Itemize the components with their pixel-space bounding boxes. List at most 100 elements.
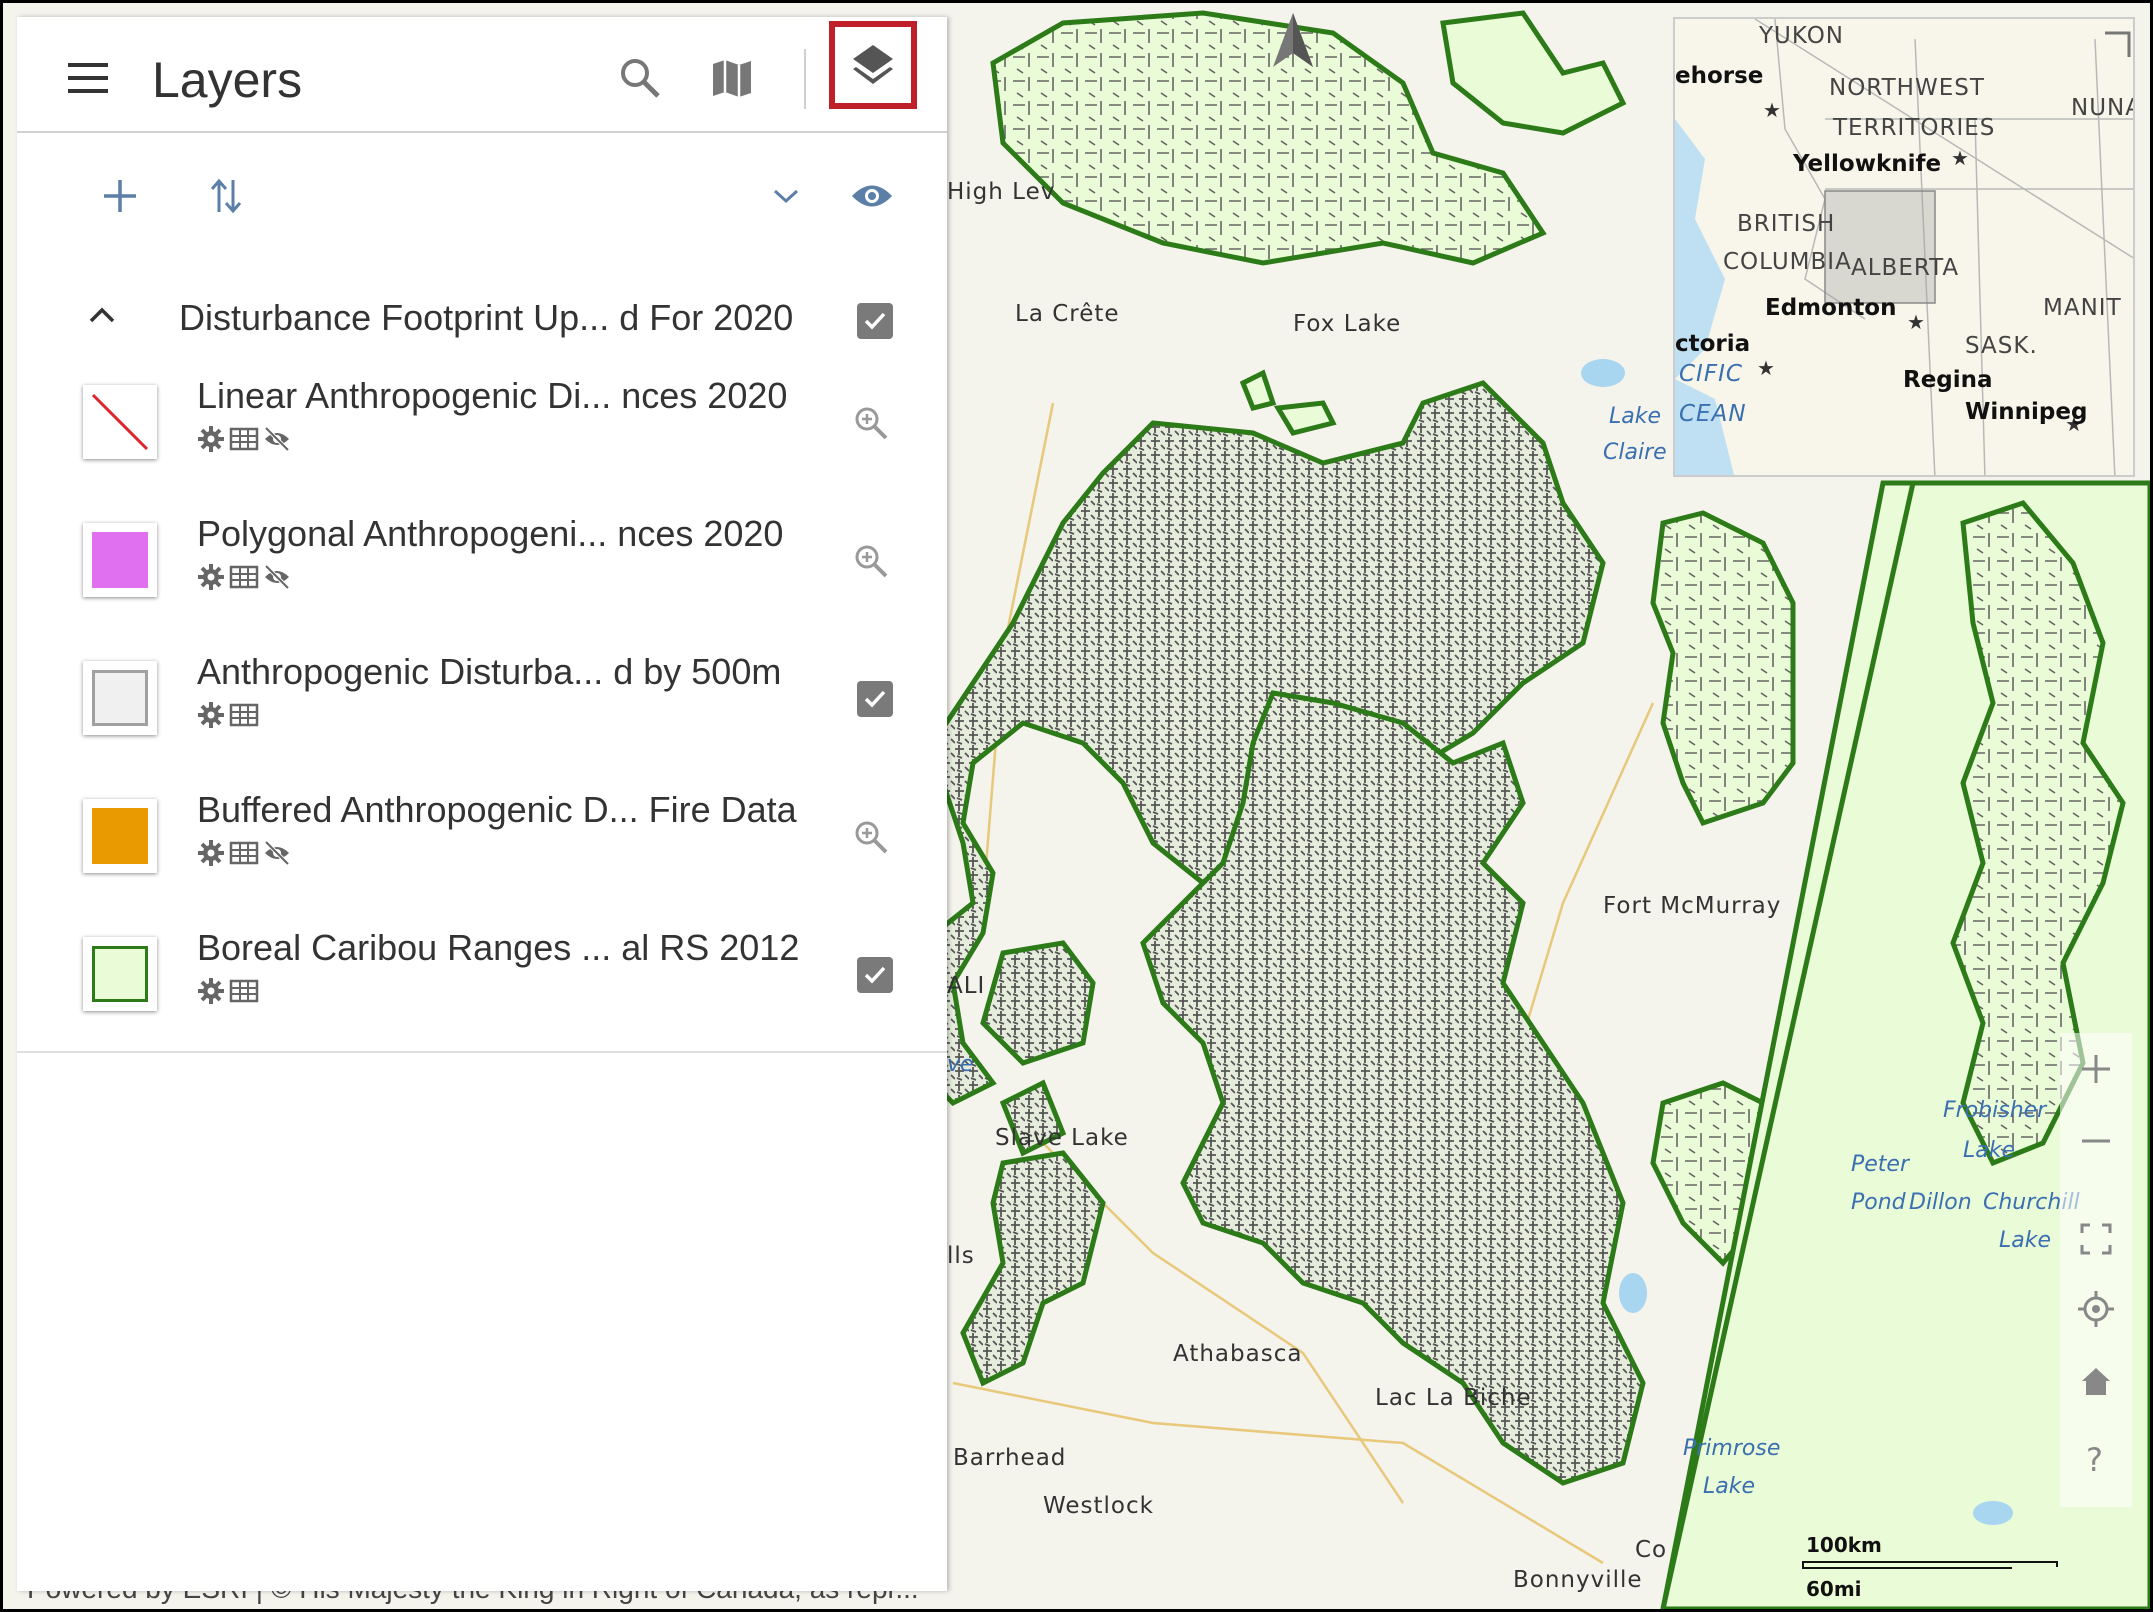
water-label: Lake — [1609, 404, 1661, 429]
table-icon[interactable] — [229, 563, 259, 591]
zoom-to-layer-button[interactable] — [849, 815, 893, 859]
map-label: Co — [1635, 1537, 1667, 1563]
layer-item[interactable]: Boreal Caribou Ranges ... al RS 2012 — [17, 915, 947, 1053]
table-icon[interactable] — [229, 977, 259, 1005]
scale-km: 100km — [1806, 1533, 1882, 1557]
table-icon[interactable] — [229, 701, 259, 729]
layer-item[interactable]: Buffered Anthropogenic D... Fire Data — [17, 777, 947, 915]
visibility-off-icon[interactable] — [263, 425, 291, 453]
fill-symbol — [92, 532, 148, 588]
menu-button[interactable] — [63, 53, 113, 103]
water-label: Lake — [1999, 1228, 2051, 1253]
zoom-in-icon — [855, 545, 888, 578]
zoom-in-button[interactable] — [2060, 1033, 2132, 1105]
locate-icon — [2078, 1291, 2114, 1327]
expand-all-button[interactable] — [761, 171, 811, 221]
check-icon — [864, 690, 886, 708]
group-title: Disturbance Footprint Up... d For 2020 — [179, 297, 794, 338]
gear-icon[interactable] — [197, 425, 225, 453]
overview-label: YUKON — [1759, 23, 1845, 49]
fill-outline-symbol — [92, 670, 148, 726]
scale-line-mi — [1802, 1567, 2012, 1569]
gear-icon[interactable] — [197, 839, 225, 867]
water-label: Dillon — [1909, 1190, 1972, 1215]
gear-icon[interactable] — [197, 563, 225, 591]
zoom-to-layer-button[interactable] — [849, 401, 893, 445]
layers-panel: Layers Disturbance Footprint Up... d For… — [17, 17, 947, 1591]
zoom-out-button[interactable] — [2060, 1105, 2132, 1177]
overview-label: Regina — [1903, 367, 1993, 393]
gear-icon[interactable] — [197, 977, 225, 1005]
add-icon — [104, 180, 136, 212]
chevron-down-icon — [773, 189, 799, 204]
layer-icons — [197, 425, 291, 455]
check-icon — [864, 312, 886, 330]
map-label: Fox Lake — [1293, 311, 1401, 337]
layer-symbol — [83, 385, 157, 459]
overview-label: Edmonton — [1765, 295, 1897, 321]
table-icon[interactable] — [229, 425, 259, 453]
overview-label: CEAN — [1679, 401, 1747, 427]
map-controls: ? — [2060, 1033, 2132, 1507]
svg-text:★: ★ — [1951, 148, 1969, 170]
map-label: Barrhead — [953, 1445, 1066, 1471]
layer-item[interactable]: Polygonal Anthropogeni... nces 2020 — [17, 501, 947, 639]
layer-icons — [197, 977, 259, 1007]
overview-label: MANIT — [2043, 295, 2122, 321]
water-label: Pond — [1851, 1190, 1907, 1215]
chevron-up-icon — [89, 307, 115, 323]
layer-icons — [197, 839, 291, 869]
layer-group[interactable]: Disturbance Footprint Up... d For 2020 — [17, 273, 947, 363]
map-label: ALI — [947, 973, 985, 999]
water-label: Frobisher — [1943, 1098, 2048, 1123]
layer-symbol — [83, 661, 157, 735]
visibility-off-icon[interactable] — [263, 839, 291, 867]
help-button[interactable]: ? — [2060, 1423, 2132, 1495]
map-label: Lac La Biche — [1375, 1385, 1532, 1411]
check-icon — [864, 966, 886, 984]
overview-map[interactable]: ★ ★ ★ ★ ★ YUKON ehorse NORTHWEST TERRITO… — [1673, 17, 2135, 477]
layer-icons — [197, 563, 291, 593]
basemap-button[interactable] — [707, 53, 757, 103]
overview-label: CIFIC — [1679, 361, 1743, 387]
svg-text:?: ? — [2086, 1441, 2103, 1477]
layers-icon — [853, 45, 893, 84]
layers-button[interactable] — [829, 21, 917, 109]
search-button[interactable] — [615, 53, 665, 103]
sort-icon — [210, 178, 242, 214]
zoom-in-icon — [855, 821, 888, 854]
layer-name: Linear Anthropogenic Di... nces 2020 — [197, 375, 788, 416]
water-label: Claire — [1603, 440, 1667, 465]
layer-checkbox[interactable] — [857, 957, 893, 993]
layer-item[interactable]: Anthropogenic Disturba... d by 500m — [17, 639, 947, 777]
collapse-group-button[interactable] — [87, 305, 127, 335]
zoom-out-icon — [2082, 1139, 2110, 1143]
layer-checkbox[interactable] — [857, 681, 893, 717]
overview-label: ehorse — [1675, 63, 1764, 89]
overview-label: SASK. — [1965, 333, 2038, 359]
table-icon[interactable] — [229, 839, 259, 867]
fill-outline-symbol — [92, 946, 148, 1002]
water-label: Lake — [1703, 1474, 1755, 1499]
svg-text:★: ★ — [1757, 358, 1775, 380]
locate-button[interactable] — [2060, 1273, 2132, 1345]
fullscreen-button[interactable] — [2060, 1203, 2132, 1275]
group-checkbox[interactable] — [857, 303, 893, 339]
visibility-off-icon[interactable] — [263, 563, 291, 591]
help-icon: ? — [2086, 1441, 2103, 1477]
gear-icon[interactable] — [197, 701, 225, 729]
zoom-to-layer-button[interactable] — [849, 539, 893, 583]
add-layer-button[interactable] — [95, 171, 145, 221]
overview-label: NUNA — [2071, 95, 2135, 121]
overview-label: NORTHWEST — [1829, 75, 1985, 101]
home-button[interactable] — [2060, 1345, 2132, 1417]
layer-item[interactable]: Linear Anthropogenic Di... nces 2020 — [17, 363, 947, 501]
svg-text:★: ★ — [1763, 100, 1781, 122]
map-label: lls — [947, 1243, 975, 1269]
water-label: Lake — [1963, 1138, 2015, 1163]
layers-toolbar — [17, 157, 947, 237]
layer-name: Buffered Anthropogenic D... Fire Data — [197, 789, 797, 830]
sort-button[interactable] — [201, 171, 251, 221]
map-label: Westlock — [1043, 1493, 1154, 1519]
visibility-button[interactable] — [847, 171, 897, 221]
